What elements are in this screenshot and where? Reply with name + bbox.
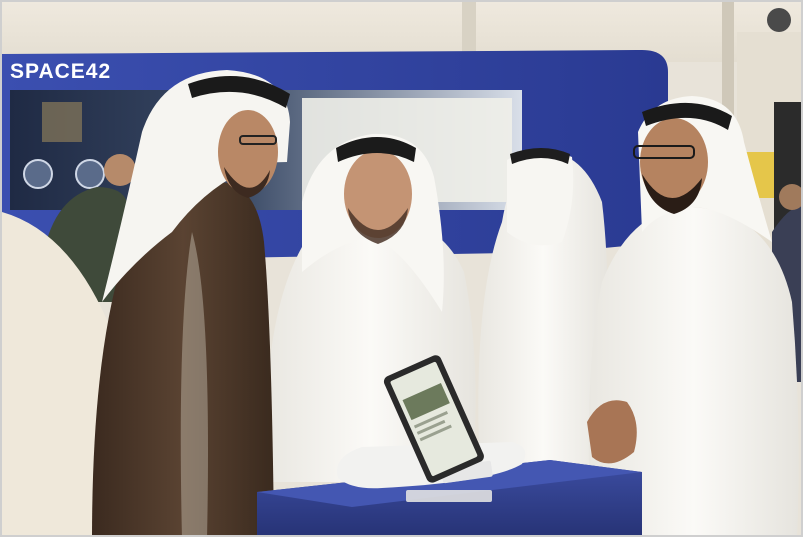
photo-scene <box>2 2 801 535</box>
headscarf <box>507 150 574 246</box>
screen-badge-icon <box>23 159 53 189</box>
ceiling-fixture-icon <box>767 8 791 32</box>
screen-badge-icon <box>75 159 105 189</box>
screen-figure <box>42 102 82 142</box>
banner-logo-text: SPACE42 <box>10 60 112 83</box>
podium-plate <box>406 490 492 502</box>
event-photo: SPACE42 <box>0 0 803 537</box>
left-man-face <box>218 110 278 194</box>
